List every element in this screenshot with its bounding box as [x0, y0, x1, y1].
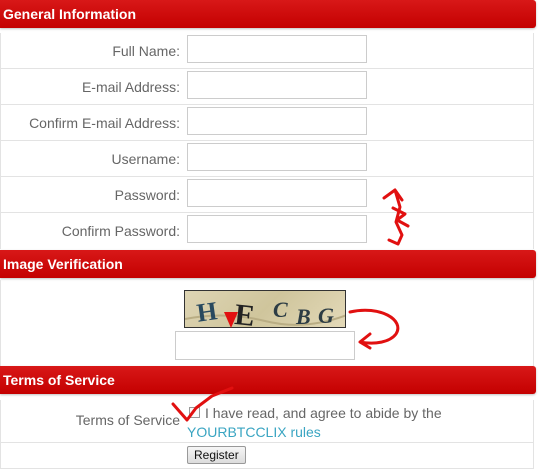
username-label: Username: [111, 151, 180, 167]
general-information-form: Full Name: E-mail Address: Confirm E-mai… [0, 33, 534, 249]
email-label: E-mail Address: [81, 79, 180, 95]
confirm-email-label: Confirm E-mail Address: [29, 115, 180, 131]
email-input[interactable] [187, 71, 367, 99]
captcha-letter: E [233, 298, 256, 328]
captcha-letter: G [318, 303, 334, 328]
full-name-row: Full Name: [1, 33, 533, 69]
rules-link[interactable]: YOURBTCCLIX rules [187, 424, 321, 440]
captcha-letter: H [195, 296, 219, 328]
username-row: Username: [1, 141, 533, 177]
confirm-password-row: Confirm Password: [1, 213, 533, 249]
terms-of-service-header: Terms of Service [0, 366, 536, 394]
captcha-letter: B [295, 304, 311, 328]
register-button[interactable]: Register [187, 446, 246, 464]
password-label: Password: [114, 187, 180, 203]
password-row: Password: [1, 177, 533, 213]
captcha-area: H E C B G [0, 280, 534, 366]
agree-statement: I have read, and agree to abide by the [205, 405, 442, 421]
full-name-input[interactable] [187, 35, 367, 63]
full-name-label: Full Name: [112, 43, 180, 59]
terms-of-service-row: Terms of Service I have read, and agree … [0, 400, 534, 443]
confirm-email-input[interactable] [187, 107, 367, 135]
confirm-password-input[interactable] [187, 215, 367, 243]
agree-text: I have read, and agree to abide by the Y… [187, 404, 487, 442]
general-information-header: General Information [0, 0, 536, 28]
password-input[interactable] [187, 179, 367, 207]
captcha-image: H E C B G [184, 290, 346, 328]
captcha-letter: C [273, 297, 288, 322]
email-row: E-mail Address: [1, 69, 533, 105]
confirm-email-row: Confirm E-mail Address: [1, 105, 533, 141]
terms-of-service-label: Terms of Service [75, 412, 180, 428]
register-row: Register [0, 443, 534, 469]
confirm-password-label: Confirm Password: [61, 223, 180, 239]
username-input[interactable] [187, 143, 367, 171]
captcha-input[interactable] [175, 331, 355, 360]
image-verification-header: Image Verification [0, 250, 536, 278]
